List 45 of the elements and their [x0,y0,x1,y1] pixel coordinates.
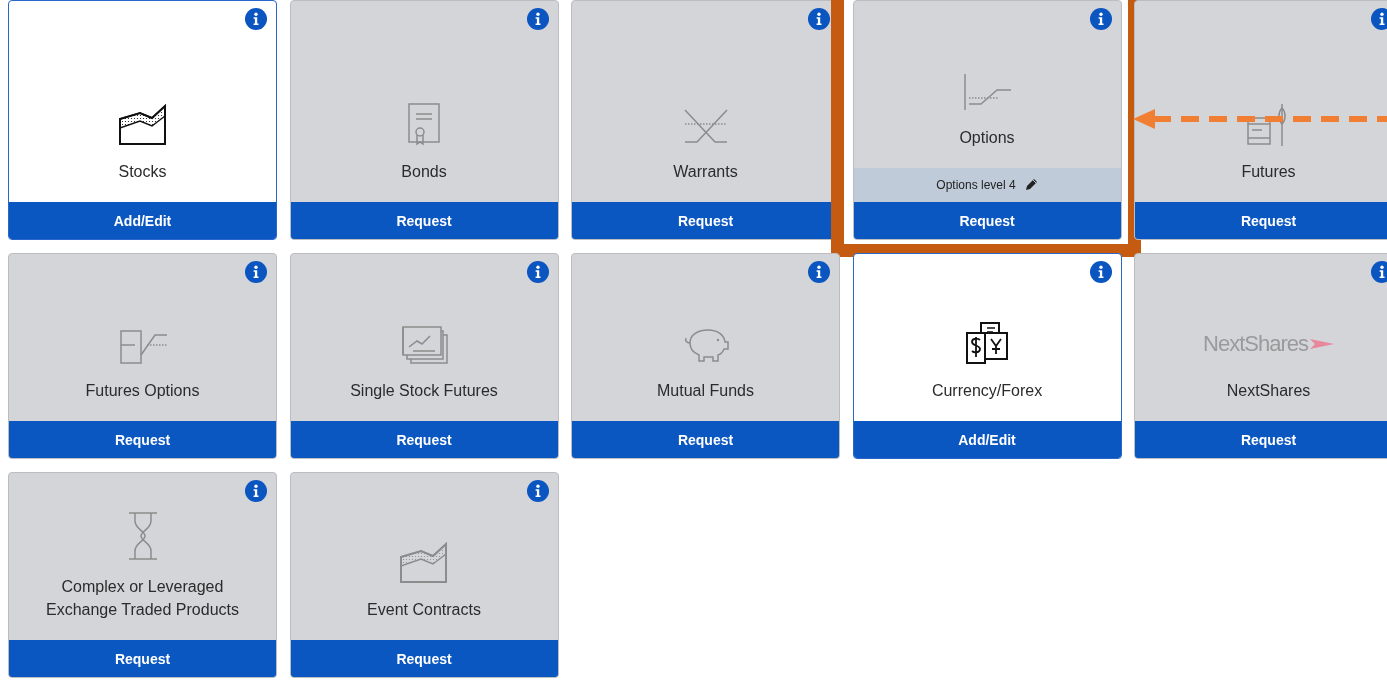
level-text: Options level 4 [936,178,1016,192]
product-name: Single Stock Futures [350,381,498,401]
info-icon[interactable] [1089,261,1112,283]
info-icon[interactable] [245,480,267,502]
request-button[interactable]: Request [853,202,1121,239]
area-chart-icon [117,102,168,146]
product-name: NextShares [1226,381,1311,401]
info-icon[interactable] [808,261,830,283]
request-button[interactable]: Request [290,640,558,677]
info-icon[interactable] [526,8,549,30]
product-name: Warrants [673,162,738,182]
product-name: Futures Options [85,381,200,401]
payoff-icon [961,72,1013,112]
banknotes-icon [963,321,1011,365]
product-name: Futures [1241,162,1296,182]
request-button[interactable]: Request [9,640,276,677]
product-name: Mutual Funds [657,381,754,401]
certificate-icon [407,102,441,146]
product-name: Complex or Leveraged Exchange Traded Products [46,577,239,620]
info-icon[interactable] [526,261,549,283]
info-icon[interactable] [245,8,267,30]
request-button[interactable]: Request [1135,421,1387,458]
product-name: Options [959,128,1015,148]
request-button[interactable]: Request [9,421,276,458]
brand-logo: NextShares [1203,331,1334,357]
info-icon[interactable] [526,480,549,502]
product-name: Currency/Forex [931,381,1043,401]
info-icon[interactable] [1371,261,1387,283]
stacked-charts-icon [399,323,449,365]
request-button[interactable]: Add/Edit [853,421,1121,458]
area-chart-icon [399,540,449,584]
request-button[interactable]: Add/Edit [9,202,276,239]
request-button[interactable]: Request [1135,202,1387,239]
info-icon[interactable] [1089,8,1112,30]
product-name: Event Contracts [367,600,481,620]
request-button[interactable]: Request [290,202,558,239]
info-icon[interactable] [245,261,267,283]
info-icon[interactable] [1371,8,1387,30]
hourglass-icon [126,511,159,561]
info-icon[interactable] [808,8,830,30]
pencil-icon[interactable] [1023,178,1038,192]
product-name: Stocks [118,162,167,182]
request-button[interactable]: Request [572,421,839,458]
request-button[interactable]: Request [290,421,558,458]
product-name: Bonds [401,162,447,182]
